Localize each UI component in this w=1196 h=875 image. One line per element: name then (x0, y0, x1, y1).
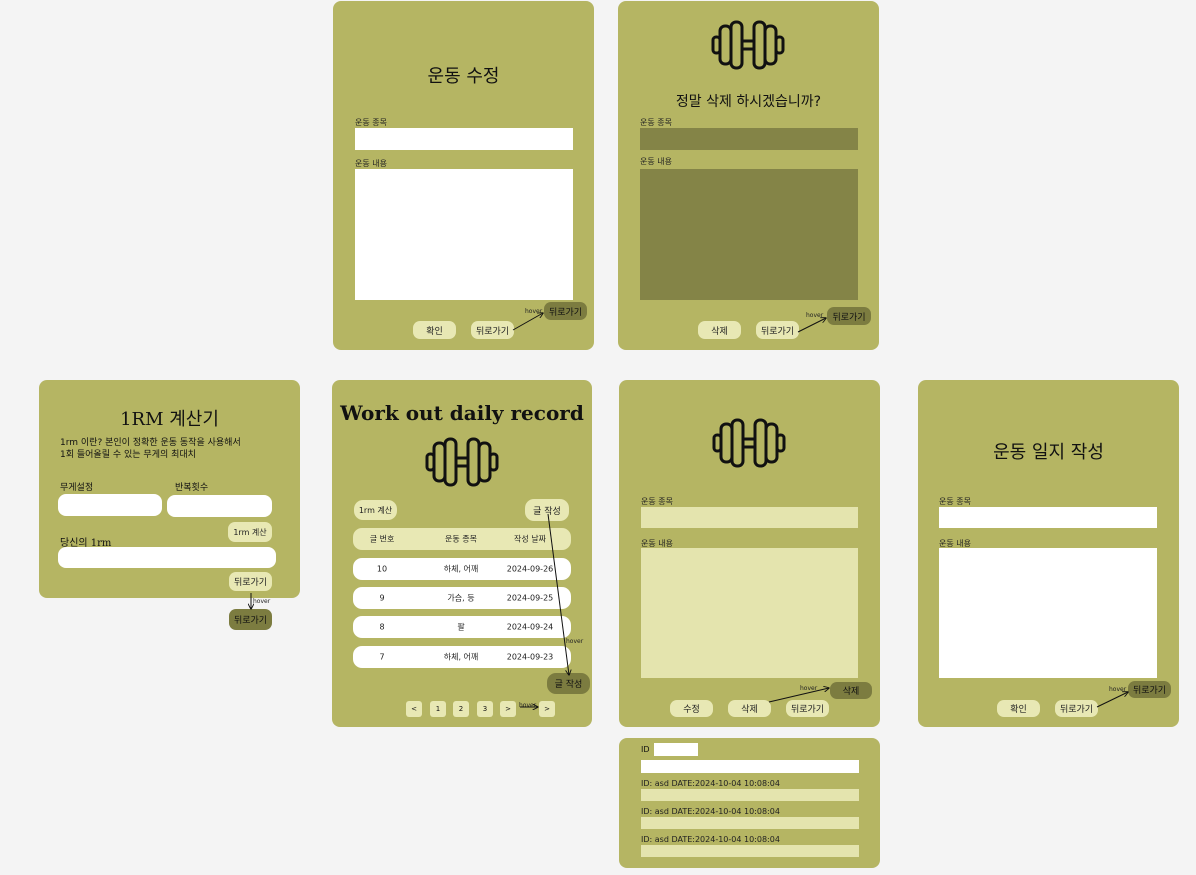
delete-confirm-title: 정말 삭제 하시겠습니까? (675, 94, 822, 110)
main-write-hover-note: hover (566, 638, 584, 645)
row-type: 하체, 어깨 (443, 564, 479, 574)
row-date: 2024-09-24 (506, 622, 554, 632)
column-header-no: 글 번호 (369, 534, 395, 544)
rm-hover-note: hover (253, 598, 271, 605)
comment-entry-body (641, 845, 859, 857)
pagination-page-1[interactable]: 1 (430, 701, 446, 717)
rm-description-line-1: 1rm 이란? 본인이 정확한 운동 동작을 사용해서 (60, 438, 241, 448)
rm-calculator-card: 1RM 계산기 1rm 이란? 본인이 정확한 운동 동작을 사용해서 1회 들… (39, 380, 300, 598)
row-type: 하체, 어깨 (443, 652, 479, 662)
detail-delete-button[interactable]: 삭제 (728, 700, 771, 717)
write-back-button[interactable]: 뒤로가기 (1055, 700, 1098, 717)
row-no: 9 (379, 593, 385, 603)
delete-hover-note: hover (806, 312, 824, 319)
edit-confirm-button[interactable]: 확인 (413, 321, 456, 339)
main-title: Work out daily record (340, 401, 584, 425)
rm-back-button[interactable]: 뒤로가기 (229, 572, 272, 591)
pagination-next[interactable]: > (500, 701, 516, 717)
row-type: 팔 (457, 622, 465, 632)
comment-entry-body (641, 789, 859, 801)
rm-calc-button[interactable]: 1rm 계산 (228, 522, 272, 542)
id-label: ID (641, 745, 650, 754)
pagination-prev[interactable]: < (406, 701, 422, 717)
delete-back-button-hover[interactable]: 뒤로가기 (827, 307, 871, 325)
write-type-input[interactable] (939, 507, 1157, 528)
comment-entry: ID: asd DATE:2024-10-04 10:08:04 (641, 779, 780, 788)
edit-content-textarea[interactable] (355, 169, 573, 300)
pagination-page-2[interactable]: 2 (453, 701, 469, 717)
table-row[interactable]: 8 팔 2024-09-24 (353, 616, 571, 638)
dumbbell-icon (711, 20, 785, 74)
comment-entry: ID: asd DATE:2024-10-04 10:08:04 (641, 807, 780, 816)
detail-back-button[interactable]: 뒤로가기 (786, 700, 829, 717)
dumbbell-icon (425, 437, 499, 491)
rm-back-button-hover[interactable]: 뒤로가기 (229, 609, 272, 630)
edit-title: 운동 수정 (427, 66, 500, 87)
rm-description: 1rm 이란? 본인이 정확한 운동 동작을 사용해서 1회 들어올릴 수 있는… (60, 437, 241, 461)
table-row[interactable]: 9 가슴, 등 2024-09-25 (353, 587, 571, 609)
pagination-page-3[interactable]: 3 (477, 701, 493, 717)
comment-entry-body (641, 817, 859, 829)
pagination-hover-note: hover (519, 702, 537, 709)
row-date: 2024-09-23 (506, 652, 554, 662)
comment-input[interactable] (641, 760, 859, 773)
edit-hover-note: hover (525, 308, 543, 315)
write-confirm-button[interactable]: 확인 (997, 700, 1040, 717)
edit-content-label: 운동 내용 (355, 159, 387, 168)
delete-back-button[interactable]: 뒤로가기 (756, 321, 799, 339)
row-date: 2024-09-26 (506, 564, 554, 574)
edit-type-input[interactable] (355, 128, 573, 150)
delete-type-label: 운동 종목 (640, 118, 672, 127)
detail-hover-note: hover (800, 685, 818, 692)
edit-back-button-hover[interactable]: 뒤로가기 (544, 302, 587, 320)
reps-label: 반복횟수 (175, 483, 209, 493)
dumbbell-icon (712, 418, 786, 472)
rm-description-line-2: 1회 들어올릴 수 있는 무게의 최대치 (60, 450, 196, 460)
delete-screen-card: 정말 삭제 하시겠습니까? 운동 종목 운동 내용 hover 뒤로가기 삭제 … (618, 1, 879, 350)
write-back-button-hover[interactable]: 뒤로가기 (1128, 681, 1171, 698)
write-screen-card: 운동 일지 작성 운동 종목 운동 내용 hover 뒤로가기 확인 뒤로가기 (918, 380, 1179, 727)
row-date: 2024-09-25 (506, 593, 554, 603)
write-type-label: 운동 종목 (939, 497, 971, 506)
row-no: 7 (379, 652, 385, 662)
rm-result-field (58, 547, 276, 568)
write-content-textarea[interactable] (939, 548, 1157, 678)
write-title: 운동 일지 작성 (993, 442, 1104, 463)
row-no: 10 (376, 564, 388, 574)
delete-content-field (640, 169, 858, 300)
reps-input[interactable] (167, 495, 272, 517)
rm-title: 1RM 계산기 (120, 409, 219, 430)
edit-back-button[interactable]: 뒤로가기 (471, 321, 514, 339)
detail-content-field (641, 548, 858, 678)
weight-input[interactable] (58, 494, 162, 516)
detail-screen-card: 운동 종목 운동 내용 hover 삭제 수정 삭제 뒤로가기 (619, 380, 880, 727)
row-type: 가슴, 등 (447, 593, 475, 603)
main-rm-calc-button[interactable]: 1rm 계산 (354, 500, 397, 520)
detail-type-label: 운동 종목 (641, 497, 673, 506)
edit-type-label: 운동 종목 (355, 118, 387, 127)
delete-type-field (640, 128, 858, 150)
edit-screen-card: 운동 수정 운동 종목 운동 내용 hover 뒤로가기 확인 뒤로가기 (333, 1, 594, 350)
id-input[interactable] (654, 743, 698, 756)
main-write-button[interactable]: 글 작성 (525, 499, 569, 521)
delete-content-label: 운동 내용 (640, 157, 672, 166)
row-no: 8 (379, 622, 385, 632)
write-hover-note: hover (1109, 686, 1127, 693)
main-list-card: Work out daily record 1rm 계산 글 작성 글 번호 운… (332, 380, 592, 727)
main-write-button-hover[interactable]: 글 작성 (547, 673, 590, 694)
delete-button[interactable]: 삭제 (698, 321, 741, 339)
pagination-next-hover[interactable]: > (539, 701, 555, 717)
detail-edit-button[interactable]: 수정 (670, 700, 713, 717)
table-row[interactable]: 10 하체, 어깨 2024-09-26 (353, 558, 571, 580)
table-header: 글 번호 운동 종목 작성 날짜 (353, 528, 571, 550)
comment-panel-card: ID ID: asd DATE:2024-10-04 10:08:04 ID: … (619, 738, 880, 868)
comment-entry: ID: asd DATE:2024-10-04 10:08:04 (641, 835, 780, 844)
column-header-date: 작성 날짜 (514, 534, 546, 544)
column-header-type: 운동 종목 (445, 534, 477, 544)
detail-delete-button-hover[interactable]: 삭제 (830, 682, 872, 699)
detail-type-field (641, 507, 858, 528)
weight-label: 무게설정 (60, 483, 94, 493)
table-row[interactable]: 7 하체, 어깨 2024-09-23 (353, 646, 571, 668)
